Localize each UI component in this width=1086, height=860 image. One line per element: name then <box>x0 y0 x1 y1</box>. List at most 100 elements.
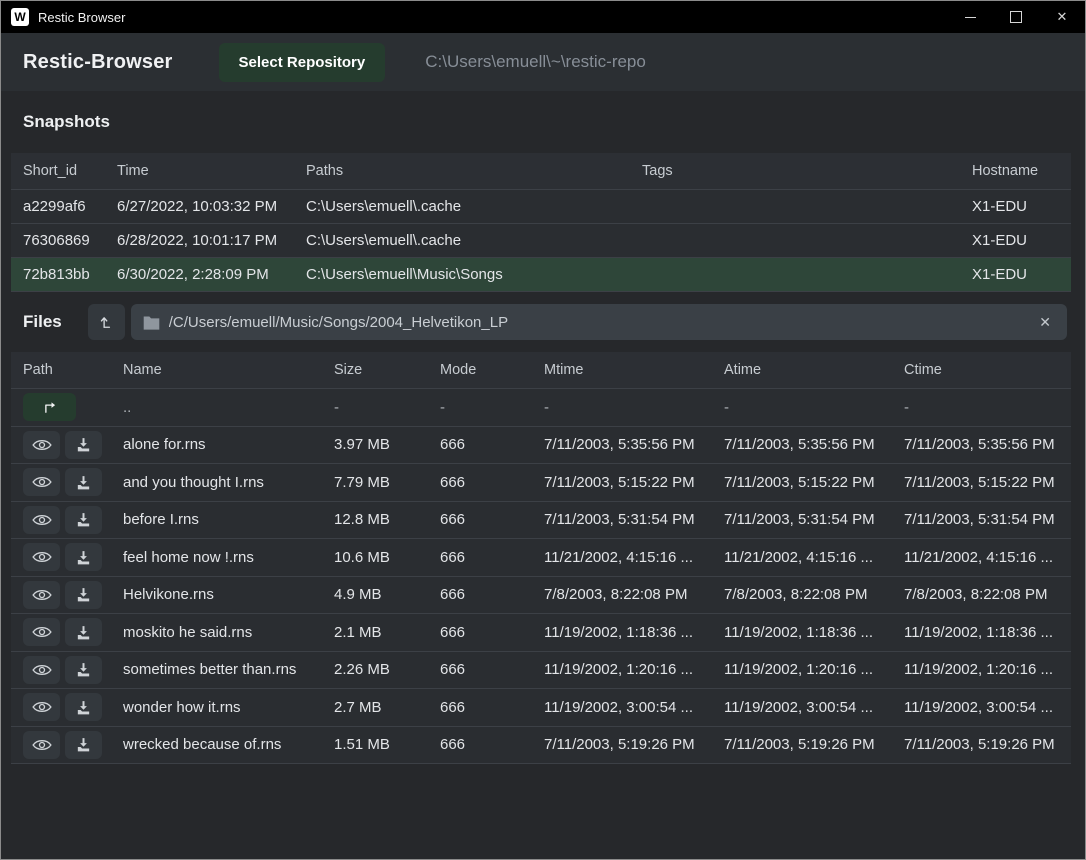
download-file-button[interactable] <box>65 656 102 684</box>
close-icon: ✕ <box>1057 9 1068 25</box>
app-window: W Restic Browser ✕ Restic-Browser Select… <box>0 0 1086 860</box>
file-name: wrecked because of.rns <box>123 736 334 753</box>
download-file-button[interactable] <box>65 468 102 496</box>
file-row: before I.rns 12.8 MB 666 7/11/2003, 5:31… <box>11 502 1071 540</box>
close-button[interactable]: ✕ <box>1039 1 1085 33</box>
download-file-button[interactable] <box>65 693 102 721</box>
repository-path[interactable]: C:\Users\emuell\~\restic-repo <box>425 52 646 72</box>
file-name: wonder how it.rns <box>123 699 334 716</box>
download-icon <box>75 736 92 753</box>
file-mode: 666 <box>440 624 544 641</box>
download-file-button[interactable] <box>65 431 102 459</box>
file-ctime: 7/11/2003, 5:15:22 PM <box>904 474 1071 491</box>
window-controls: ✕ <box>947 1 1085 33</box>
file-size: 2.1 MB <box>334 624 440 641</box>
file-row: alone for.rns 3.97 MB 666 7/11/2003, 5:3… <box>11 427 1071 465</box>
file-size: 1.51 MB <box>334 736 440 753</box>
file-atime: 7/11/2003, 5:19:26 PM <box>724 736 904 753</box>
download-icon <box>75 624 92 641</box>
download-icon <box>75 474 92 491</box>
preview-file-button[interactable] <box>23 468 60 496</box>
file-atime: 11/19/2002, 3:00:54 ... <box>724 699 904 716</box>
file-row: wrecked because of.rns 1.51 MB 666 7/11/… <box>11 727 1071 765</box>
snapshot-row[interactable]: 72b813bb 6/30/2022, 2:28:09 PM C:\Users\… <box>11 258 1071 292</box>
download-file-button[interactable] <box>65 581 102 609</box>
snapshot-row[interactable]: a2299af6 6/27/2022, 10:03:32 PM C:\Users… <box>11 190 1071 224</box>
eye-icon <box>31 624 53 640</box>
snapshots-section-title: Snapshots <box>1 91 1085 153</box>
file-atime: 11/19/2002, 1:18:36 ... <box>724 624 904 641</box>
minimize-icon <box>965 17 976 18</box>
file-mode: 666 <box>440 511 544 528</box>
preview-file-button[interactable] <box>23 731 60 759</box>
file-ctime: 11/19/2002, 3:00:54 ... <box>904 699 1071 716</box>
snapshot-hostname: X1-EDU <box>972 232 1071 249</box>
file-mtime: 7/11/2003, 5:35:56 PM <box>544 436 724 453</box>
file-mtime: 11/19/2002, 1:20:16 ... <box>544 661 724 678</box>
eye-icon <box>31 512 53 528</box>
parent-mode: - <box>440 399 544 416</box>
file-mtime: 7/11/2003, 5:19:26 PM <box>544 736 724 753</box>
maximize-button[interactable] <box>993 1 1039 33</box>
download-icon <box>75 661 92 678</box>
file-size: 4.9 MB <box>334 586 440 603</box>
column-header-atime: Atime <box>724 362 904 378</box>
files-section-title: Files <box>1 312 62 332</box>
preview-file-button[interactable] <box>23 543 60 571</box>
snapshots-table-header: Short_id Time Paths Tags Hostname <box>11 153 1071 190</box>
files-bar: Files /C/Users/emuell/Music/Songs/2004_H… <box>1 292 1085 352</box>
file-name: feel home now !.rns <box>123 549 334 566</box>
parent-size: - <box>334 399 440 416</box>
snapshot-paths: C:\Users\emuell\Music\Songs <box>306 266 642 283</box>
download-file-button[interactable] <box>65 543 102 571</box>
eye-icon <box>31 474 53 490</box>
file-mtime: 11/21/2002, 4:15:16 ... <box>544 549 724 566</box>
preview-file-button[interactable] <box>23 618 60 646</box>
parent-directory-row: .. - - - - - <box>11 389 1071 427</box>
file-atime: 11/21/2002, 4:15:16 ... <box>724 549 904 566</box>
column-header-hostname: Hostname <box>972 163 1071 179</box>
preview-file-button[interactable] <box>23 506 60 534</box>
snapshot-time: 6/28/2022, 10:01:17 PM <box>117 232 306 249</box>
column-header-short-id: Short_id <box>23 163 117 179</box>
eye-icon <box>31 437 53 453</box>
column-header-path: Path <box>23 362 123 378</box>
app-header: Restic-Browser Select Repository C:\User… <box>1 33 1085 91</box>
file-row: Helvikone.rns 4.9 MB 666 7/8/2003, 8:22:… <box>11 577 1071 615</box>
download-icon <box>75 511 92 528</box>
download-file-button[interactable] <box>65 731 102 759</box>
file-row: wonder how it.rns 2.7 MB 666 11/19/2002,… <box>11 689 1071 727</box>
select-repository-button[interactable]: Select Repository <box>219 43 386 82</box>
preview-file-button[interactable] <box>23 431 60 459</box>
snapshot-paths: C:\Users\emuell\.cache <box>306 198 642 215</box>
file-mtime: 7/11/2003, 5:31:54 PM <box>544 511 724 528</box>
file-atime: 7/8/2003, 8:22:08 PM <box>724 586 904 603</box>
file-mtime: 11/19/2002, 1:18:36 ... <box>544 624 724 641</box>
up-directory-button[interactable] <box>88 304 125 340</box>
file-row: and you thought I.rns 7.79 MB 666 7/11/2… <box>11 464 1071 502</box>
snapshot-short-id: 72b813bb <box>23 266 117 283</box>
clear-path-button[interactable]: ✕ <box>1035 312 1055 333</box>
download-file-button[interactable] <box>65 618 102 646</box>
file-ctime: 7/11/2003, 5:19:26 PM <box>904 736 1071 753</box>
download-file-button[interactable] <box>65 506 102 534</box>
parent-directory-button[interactable] <box>23 393 76 421</box>
column-header-time: Time <box>117 163 306 179</box>
file-path-value: /C/Users/emuell/Music/Songs/2004_Helveti… <box>169 314 1036 331</box>
preview-file-button[interactable] <box>23 656 60 684</box>
download-icon <box>75 699 92 716</box>
preview-file-button[interactable] <box>23 693 60 721</box>
snapshot-time: 6/30/2022, 2:28:09 PM <box>117 266 306 283</box>
file-ctime: 11/19/2002, 1:18:36 ... <box>904 624 1071 641</box>
file-path-input[interactable]: /C/Users/emuell/Music/Songs/2004_Helveti… <box>131 304 1067 340</box>
eye-icon <box>31 662 53 678</box>
column-header-name: Name <box>123 362 334 378</box>
preview-file-button[interactable] <box>23 581 60 609</box>
file-atime: 7/11/2003, 5:35:56 PM <box>724 436 904 453</box>
snapshot-hostname: X1-EDU <box>972 198 1071 215</box>
minimize-button[interactable] <box>947 1 993 33</box>
file-ctime: 11/21/2002, 4:15:16 ... <box>904 549 1071 566</box>
snapshot-row[interactable]: 76306869 6/28/2022, 10:01:17 PM C:\Users… <box>11 224 1071 258</box>
file-mtime: 11/19/2002, 3:00:54 ... <box>544 699 724 716</box>
snapshots-table: Short_id Time Paths Tags Hostname a2299a… <box>11 153 1071 292</box>
